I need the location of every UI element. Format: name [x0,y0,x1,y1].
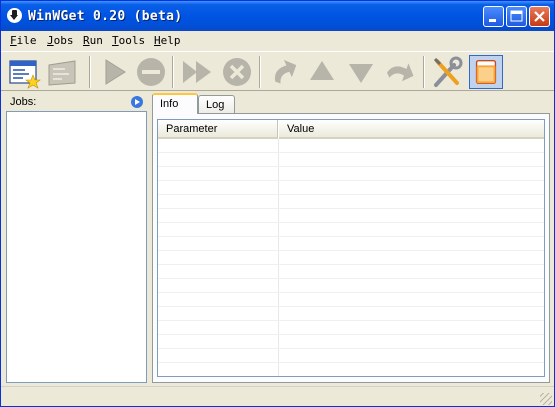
menu-bar: File Jobs Run Tools Help [1,31,554,51]
parameter-grid[interactable]: Parameter Value [157,119,545,377]
menu-run[interactable]: Run [83,34,103,47]
move-top-icon [274,59,297,84]
menu-tools-mnemonic: T [112,34,119,47]
close-button[interactable] [529,6,550,27]
menu-run-label: un [89,34,103,47]
table-row [158,153,544,167]
tab-log[interactable]: Log [198,95,235,114]
table-row [158,167,544,181]
table-row [158,223,544,237]
new-job-button[interactable] [7,55,41,89]
window-title: WinWGet 0.20 (beta) [28,9,183,24]
arrow-right-icon[interactable] [131,96,143,108]
move-bottom-button[interactable] [383,55,417,89]
table-row [158,335,544,349]
table-row [158,349,544,363]
move-bottom-icon [387,63,414,82]
settings-icon [433,56,463,87]
column-header-value[interactable]: Value [279,120,544,139]
cancel-button[interactable] [220,55,254,89]
job-list[interactable] [6,111,147,383]
table-row [158,321,544,335]
toggle-panel-icon [475,60,497,84]
app-window: WinWGet 0.20 (beta) File Jobs Run Tools … [0,0,555,407]
info-panel: Parameter Value [152,113,550,383]
table-row [158,363,544,376]
menu-tools-label: ools [118,34,146,47]
stop-icon [137,58,165,86]
menu-jobs[interactable]: Jobs [47,34,74,47]
toolbar-separator [172,56,174,88]
menu-jobs-label: obs [53,34,74,47]
toolbar [1,51,554,91]
tab-info[interactable]: Info [152,93,198,114]
table-row [158,307,544,321]
column-header-parameter[interactable]: Parameter [158,120,278,139]
move-up-icon [310,61,334,80]
toolbar-separator [423,56,425,88]
tab-log-label: Log [206,99,225,111]
menu-tools[interactable]: Tools [112,34,145,47]
move-down-icon [349,64,373,83]
resize-grip[interactable] [540,393,552,405]
menu-file[interactable]: File [10,34,37,47]
table-row [158,251,544,265]
title-bar[interactable]: WinWGet 0.20 (beta) [1,1,554,31]
jobs-panel-header: Jobs: [6,94,146,111]
close-icon [534,11,545,22]
settings-button[interactable] [430,55,464,89]
cancel-icon [223,58,251,86]
table-row [158,293,544,307]
edit-job-icon [48,60,76,86]
toolbar-separator [259,56,261,88]
run-all-button[interactable] [180,55,214,89]
table-row [158,265,544,279]
toolbar-separator [89,56,91,88]
menu-jobs-mnemonic: J [47,34,54,47]
table-row [158,279,544,293]
jobs-label: Jobs: [10,96,37,108]
table-row [158,195,544,209]
move-down-button[interactable] [344,55,378,89]
move-up-button[interactable] [305,55,339,89]
menu-help-label: elp [160,34,181,47]
table-row [158,181,544,195]
new-job-icon [9,60,41,89]
menu-help[interactable]: Help [154,34,181,47]
table-row [158,209,544,223]
table-row [158,237,544,251]
run-button[interactable] [97,55,131,89]
tab-info-label: Info [160,98,179,110]
run-all-icon [183,61,211,83]
menu-file-label: ile [16,34,37,47]
minimize-button[interactable] [483,6,504,27]
menu-help-mnemonic: H [154,34,161,47]
edit-job-button[interactable] [45,55,79,89]
menu-run-mnemonic: R [83,34,90,47]
move-top-button[interactable] [267,55,301,89]
maximize-icon [510,10,523,22]
download-icon[interactable] [7,8,22,23]
stop-button[interactable] [134,55,168,89]
menu-file-mnemonic: F [10,34,17,47]
minimize-icon [489,19,496,22]
run-icon [105,59,126,85]
maximize-button[interactable] [506,6,527,27]
status-bar [1,386,554,406]
toggle-panel-button[interactable] [469,55,503,89]
table-row [158,139,544,153]
